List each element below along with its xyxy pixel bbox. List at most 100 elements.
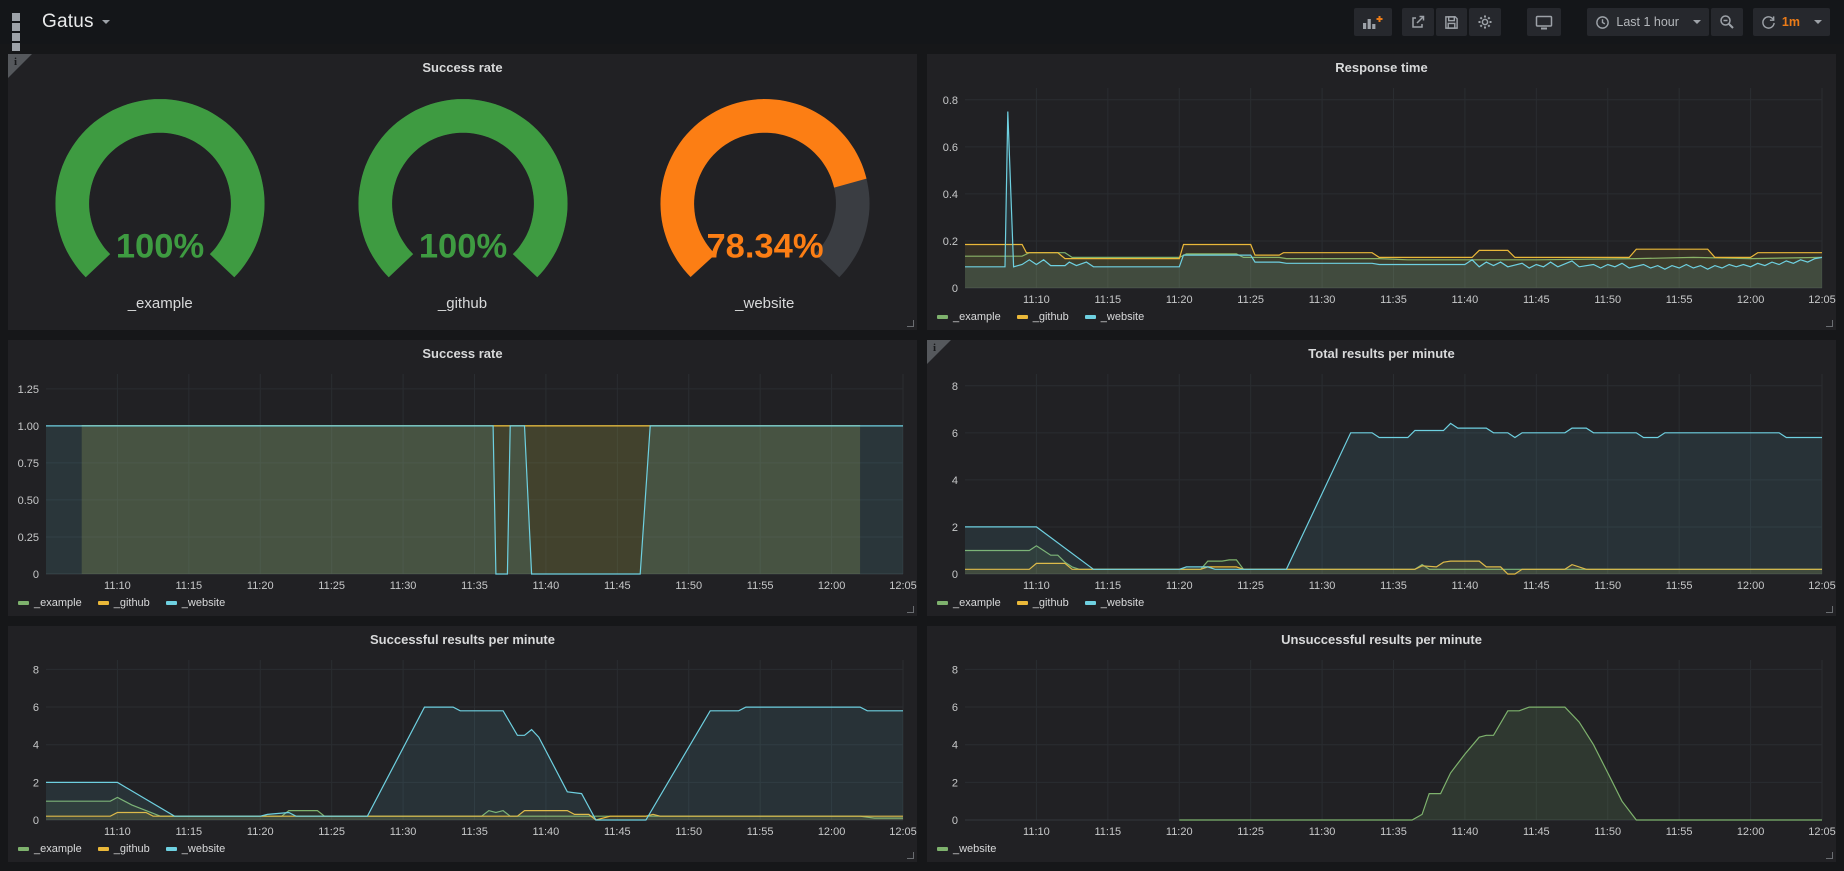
panel-header[interactable]: Total results per minute [927, 340, 1836, 366]
svg-text:11:40: 11:40 [533, 580, 560, 592]
panel-info-corner-icon[interactable] [8, 54, 32, 78]
svg-text:11:20: 11:20 [1166, 826, 1193, 838]
svg-text:11:25: 11:25 [1237, 826, 1264, 838]
legend-label: _website [953, 843, 996, 855]
panel-header[interactable]: Success rate [8, 340, 917, 366]
chevron-down-icon [102, 20, 110, 24]
svg-text:0: 0 [33, 815, 39, 827]
legend-item-_github[interactable]: _github [1017, 311, 1069, 323]
svg-text:2: 2 [952, 777, 958, 789]
settings-button[interactable] [1469, 8, 1501, 36]
legend-item-_github[interactable]: _github [98, 843, 150, 855]
svg-text:12:05: 12:05 [889, 826, 917, 838]
dashboard-grid-icon[interactable] [12, 13, 30, 31]
svg-text:8: 8 [33, 664, 39, 676]
svg-text:11:50: 11:50 [1594, 826, 1621, 838]
legend-item-_example[interactable]: _example [937, 597, 1001, 609]
svg-text:11:40: 11:40 [1452, 826, 1479, 838]
svg-text:8: 8 [952, 381, 958, 393]
legend-swatch [98, 847, 109, 851]
svg-text:11:15: 11:15 [175, 826, 202, 838]
legend-label: _github [1033, 311, 1069, 323]
share-button[interactable] [1402, 8, 1434, 36]
svg-text:11:10: 11:10 [104, 826, 131, 838]
legend-item-_website[interactable]: _website [1085, 311, 1144, 323]
chart-canvas[interactable]: 11:1011:1511:2011:2511:3011:3511:4011:45… [927, 366, 1836, 594]
panel-resize-handle[interactable] [1826, 320, 1833, 327]
legend-label: _website [1101, 311, 1144, 323]
chart-svg: 11:1011:1511:2011:2511:3011:3511:4011:45… [927, 366, 1836, 594]
legend-item-_website[interactable]: _website [1085, 597, 1144, 609]
time-range-button[interactable]: Last 1 hour [1587, 8, 1709, 36]
legend-swatch [937, 601, 948, 605]
svg-text:11:10: 11:10 [1023, 826, 1050, 838]
chart-canvas[interactable]: 11:1011:1511:2011:2511:3011:3511:4011:45… [8, 652, 917, 840]
svg-text:11:30: 11:30 [390, 580, 417, 592]
svg-text:6: 6 [952, 702, 958, 714]
panel-resize-handle[interactable] [1826, 606, 1833, 613]
legend-swatch [18, 847, 29, 851]
dashboard-title[interactable]: Gatus [42, 11, 94, 33]
gauge-value: 100% [116, 228, 204, 266]
panel-resize-handle[interactable] [907, 320, 914, 327]
svg-text:11:20: 11:20 [247, 580, 274, 592]
chart-canvas[interactable]: 11:1011:1511:2011:2511:3011:3511:4011:45… [927, 652, 1836, 840]
svg-text:11:20: 11:20 [1166, 580, 1193, 592]
legend-item-_website[interactable]: _website [937, 843, 996, 855]
zoom-out-button[interactable] [1711, 8, 1743, 36]
save-button[interactable] [1436, 8, 1467, 36]
svg-text:11:15: 11:15 [1094, 580, 1121, 592]
legend-label: _example [953, 311, 1001, 323]
panel-info-corner-icon[interactable] [927, 340, 951, 364]
legend-item-_website[interactable]: _website [166, 843, 225, 855]
bar-chart-plus-icon [1362, 14, 1384, 30]
add-panel-button[interactable] [1354, 8, 1392, 36]
panel-title: Successful results per minute [370, 632, 555, 647]
panel-header[interactable]: Success rate [8, 54, 917, 80]
chart-canvas[interactable]: 11:1011:1511:2011:2511:3011:3511:4011:45… [927, 80, 1836, 308]
gauge-_example: 100%_example [10, 92, 310, 312]
svg-text:11:10: 11:10 [1023, 580, 1050, 592]
svg-text:0.50: 0.50 [18, 495, 39, 507]
panel-success-rate-gauges: i Success rate 100%_example100%_github78… [8, 54, 917, 330]
svg-text:11:50: 11:50 [1594, 580, 1621, 592]
legend-label: _github [1033, 597, 1069, 609]
legend-item-_github[interactable]: _github [98, 597, 150, 609]
panel-resize-handle[interactable] [907, 606, 914, 613]
svg-text:11:15: 11:15 [175, 580, 202, 592]
panel-header[interactable]: Successful results per minute [8, 626, 917, 652]
chart-canvas[interactable]: 11:1011:1511:2011:2511:3011:3511:4011:45… [8, 366, 917, 594]
gauge-label: _website [615, 295, 915, 312]
chart-svg: 11:1011:1511:2011:2511:3011:3511:4011:45… [927, 80, 1836, 308]
svg-text:4: 4 [952, 475, 958, 487]
legend-item-_example[interactable]: _example [18, 597, 82, 609]
gauge-_website: 78.34%_website [615, 92, 915, 312]
gauge-arc: 100% [323, 92, 603, 290]
chart-svg: 11:1011:1511:2011:2511:3011:3511:4011:45… [927, 652, 1836, 840]
gauge-arc: 100% [20, 92, 300, 290]
cycle-view-button[interactable] [1527, 8, 1561, 36]
refresh-button[interactable]: 1m [1753, 8, 1830, 36]
panel-resize-handle[interactable] [907, 852, 914, 859]
legend-label: _website [1101, 597, 1144, 609]
time-range-label: Last 1 hour [1616, 15, 1679, 29]
svg-text:11:25: 11:25 [318, 580, 345, 592]
legend-item-_example[interactable]: _example [18, 843, 82, 855]
svg-text:11:35: 11:35 [461, 580, 488, 592]
legend-item-_website[interactable]: _website [166, 597, 225, 609]
legend-item-_example[interactable]: _example [937, 311, 1001, 323]
panel-header[interactable]: Unsuccessful results per minute [927, 626, 1836, 652]
legend-swatch [166, 601, 177, 605]
svg-text:0: 0 [952, 569, 958, 581]
legend-swatch [937, 315, 948, 319]
chart-legend: _example _github _website [8, 594, 917, 616]
panel-resize-handle[interactable] [1826, 852, 1833, 859]
svg-text:11:55: 11:55 [747, 826, 774, 838]
svg-text:11:30: 11:30 [1309, 294, 1336, 306]
chevron-down-icon [1693, 20, 1701, 24]
svg-text:11:25: 11:25 [1237, 580, 1264, 592]
legend-item-_github[interactable]: _github [1017, 597, 1069, 609]
svg-text:0.8: 0.8 [943, 95, 958, 107]
panel-header[interactable]: Response time [927, 54, 1836, 80]
panel-title: Response time [1335, 60, 1427, 75]
